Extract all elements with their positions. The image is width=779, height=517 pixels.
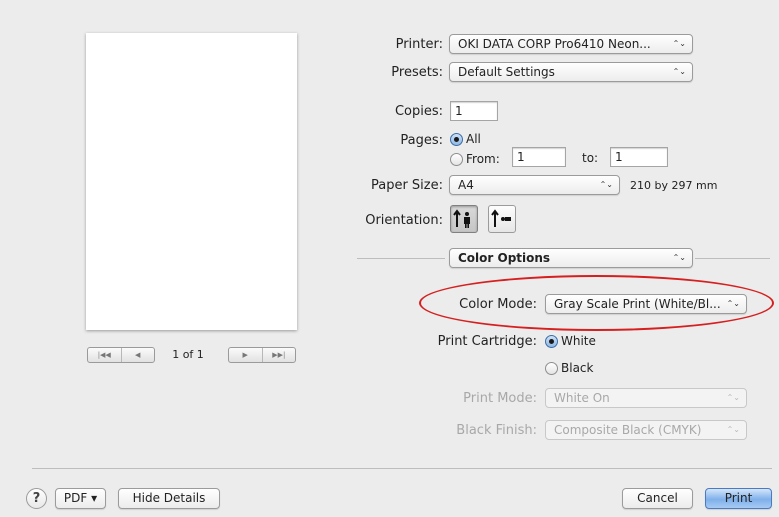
first-page-icon: |◀◀ [97,351,111,359]
previous-page-icon: ◀ [135,351,141,359]
pages-all-radio[interactable]: All [450,132,481,146]
copies-field[interactable]: 1 [450,101,498,121]
paper-size-dimensions: 210 by 297 mm [630,179,718,192]
presets-label: Presets: [391,65,443,80]
popup-arrows-icon: ⌃⌄ [726,393,740,402]
orientation-landscape-button[interactable] [488,205,516,233]
print-cartridge-label: Print Cartridge: [437,334,537,349]
pages-all-label: All [466,132,481,146]
last-page-button[interactable]: ▶▶| [261,348,296,362]
last-page-icon: ▶▶| [272,351,286,359]
cartridge-black-radio[interactable]: Black [545,361,593,375]
pages-from-radio[interactable]: From: [450,152,500,166]
panel-value: Color Options [458,251,551,265]
popup-arrows-icon: ⌃⌄ [599,180,613,189]
pdf-menu-button[interactable]: PDF ▾ [55,488,106,509]
portrait-icon [453,209,470,228]
preview-nav-back: |◀◀ ◀ [87,347,155,363]
page-preview [86,33,297,330]
pages-to-label: to: [582,151,599,165]
landscape-icon [491,209,511,227]
cartridge-white-label: White [561,334,596,348]
orientation-label: Orientation: [365,213,443,228]
orientation-portrait-button[interactable] [450,205,478,233]
pages-label: Pages: [400,133,443,148]
radio-selected-icon [545,334,558,348]
help-button[interactable]: ? [26,488,47,509]
radio-selected-icon [450,132,463,146]
print-mode-value: White On [554,391,610,405]
first-page-button[interactable]: |◀◀ [88,348,121,362]
radio-unselected-icon [545,361,558,375]
black-finish-select[interactable]: Composite Black (CMYK) ⌃⌄ [545,420,747,440]
popup-arrows-icon: ⌃⌄ [672,253,686,262]
presets-value: Default Settings [458,65,555,79]
printer-value: OKI DATA CORP Pro6410 Neon... [458,37,651,51]
hide-details-button[interactable]: Hide Details [118,488,220,509]
printer-select[interactable]: OKI DATA CORP Pro6410 Neon... ⌃⌄ [449,34,693,54]
printer-label: Printer: [395,37,443,52]
page-indicator: 1 of 1 [172,348,204,361]
previous-page-button[interactable]: ◀ [120,348,155,362]
print-button[interactable]: Print [705,488,772,509]
cancel-button[interactable]: Cancel [622,488,693,509]
presets-select[interactable]: Default Settings ⌃⌄ [449,62,693,82]
divider [695,258,770,259]
preview-nav-forward: ▶ ▶▶| [228,347,296,363]
pages-from-label: From: [466,152,500,166]
popup-arrows-icon: ⌃⌄ [672,67,686,76]
paper-size-value: A4 [458,178,474,192]
print-mode-label: Print Mode: [463,391,537,406]
black-finish-label: Black Finish: [456,423,537,438]
pages-from-field[interactable]: 1 [512,147,566,167]
paper-size-label: Paper Size: [370,178,443,193]
popup-arrows-icon: ⌃⌄ [726,425,740,434]
print-mode-select[interactable]: White On ⌃⌄ [545,388,747,408]
highlight-ellipse [419,275,774,331]
black-finish-value: Composite Black (CMYK) [554,423,702,437]
pages-to-field[interactable]: 1 [610,147,668,167]
cartridge-black-label: Black [561,361,594,375]
copies-label: Copies: [394,104,443,119]
next-page-icon: ▶ [242,351,248,359]
divider [357,258,445,259]
radio-unselected-icon [450,152,463,166]
next-page-button[interactable]: ▶ [229,348,262,362]
bottom-separator [32,468,772,469]
popup-arrows-icon: ⌃⌄ [672,39,686,48]
cartridge-white-radio[interactable]: White [545,334,596,348]
paper-size-select[interactable]: A4 ⌃⌄ [449,175,620,195]
panel-select[interactable]: Color Options ⌃⌄ [449,248,693,268]
